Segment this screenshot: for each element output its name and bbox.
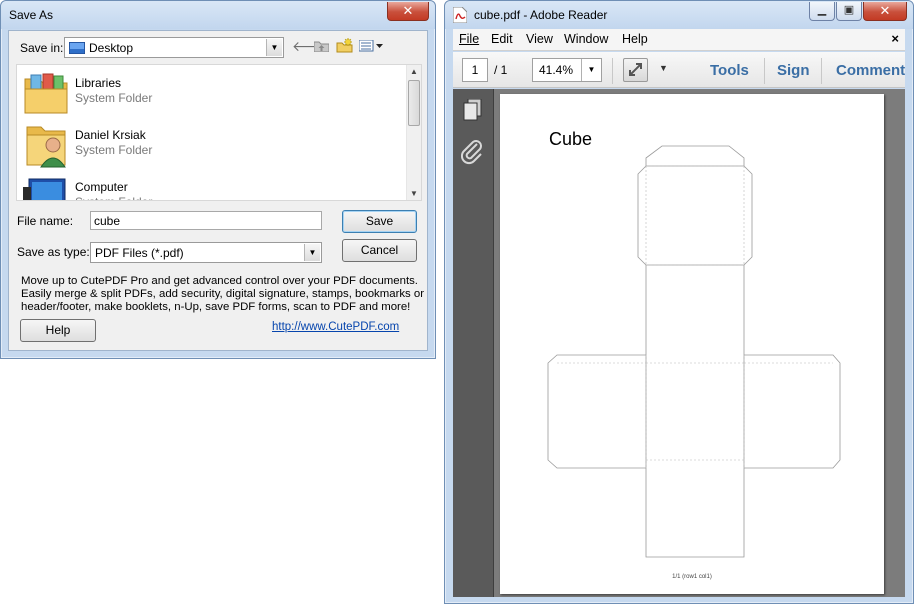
document-title: Cube [549,129,593,149]
toolbar-separator [764,58,765,84]
file-list-scrollbar[interactable]: ▲ ▼ [406,65,421,200]
close-icon: ✕ [402,3,414,18]
promo-line: Easily merge & split PDFs, add security,… [21,288,425,300]
window-title: Save As [9,8,54,22]
cube-net-drawing [547,145,841,558]
libraries-folder-icon [24,73,68,114]
page-thumbnails-icon[interactable] [463,99,483,121]
toolbar-separator [821,58,822,84]
toolbar-separator [612,58,613,84]
save-in-label: Save in: [20,41,64,55]
close-icon: ✕ [879,3,891,18]
desktop-icon [69,42,85,54]
menu-window[interactable]: Window [564,32,608,46]
save-in-dropdown[interactable]: Desktop ▼ [64,37,284,58]
save-as-type-dropdown[interactable]: PDF Files (*.pdf) ▼ [90,242,322,263]
zoom-value: 41.4% [539,63,574,77]
close-document-icon[interactable]: × [891,31,899,46]
save-as-dialog: Save As ✕ Save in: Desktop ▼ 🡐 Libraries… [0,0,436,359]
minimize-icon: ▁ [817,4,827,16]
page-footer: 1/1 (row1 col1) [672,574,712,580]
close-button[interactable]: ✕ [863,2,907,21]
tools-button[interactable]: Tools [710,62,749,79]
title-bar[interactable]: Save As ✕ [1,1,435,29]
toolbar-menu-icon[interactable]: ▼ [659,63,668,73]
menu-view[interactable]: View [526,32,553,46]
title-bar[interactable]: cube.pdf - Adobe Reader ▁ ▣ ✕ [445,1,913,29]
chevron-down-icon[interactable]: ▼ [304,244,320,261]
new-folder-icon[interactable] [336,38,353,53]
adobe-reader-window: cube.pdf - Adobe Reader ▁ ▣ ✕ File Edit … [444,0,914,604]
file-type: System Folder [75,195,152,200]
pdf-page: Cube 1/1 (row1 col1) [500,94,884,594]
dialog-body: Save in: Desktop ▼ 🡐 Libraries System Fo… [8,30,428,351]
document-viewport[interactable]: Cube 1/1 (row1 col1) [493,89,905,597]
chevron-down-icon[interactable]: ▼ [581,59,601,81]
maximize-button[interactable]: ▣ [836,2,862,21]
save-button[interactable]: Save [342,210,417,233]
view-menu-icon[interactable] [359,40,385,52]
computer-icon [23,178,66,200]
scrollbar-thumb[interactable] [408,80,420,126]
save-as-type-label: Save as type: [17,245,90,259]
file-name: Libraries [75,76,122,90]
user-folder-icon [26,126,66,168]
chevron-down-icon[interactable]: ▼ [266,39,282,56]
sign-button[interactable]: Sign [777,62,810,79]
save-in-value: Desktop [89,41,134,55]
file-name: Computer [75,180,128,194]
scroll-down-icon[interactable]: ▼ [407,189,421,198]
file-name-value: cube [94,214,121,228]
menu-bar: File Edit View Window Help × [453,29,905,51]
page-number-input[interactable]: 1 [462,58,488,82]
up-folder-icon[interactable] [314,40,329,52]
fit-page-button[interactable] [623,58,648,82]
list-item[interactable]: Daniel Krsiak System Folder [17,119,407,171]
pdf-file-icon [453,7,467,23]
save-as-type-value: PDF Files (*.pdf) [95,246,184,260]
file-name-input[interactable]: cube [90,211,322,230]
comment-button[interactable]: Comment [836,62,905,79]
maximize-icon: ▣ [843,4,855,16]
menu-edit[interactable]: Edit [491,32,513,46]
file-type: System Folder [75,143,153,157]
expand-icon [629,63,642,76]
file-type: System Folder [75,91,153,105]
file-list[interactable]: Libraries System Folder Daniel Krsiak Sy… [16,64,422,201]
attachments-icon[interactable] [461,139,485,165]
promo-line: Move up to CutePDF Pro and get advanced … [21,275,418,287]
zoom-dropdown[interactable]: 41.4% ▼ [532,58,602,82]
list-item[interactable]: Libraries System Folder [17,67,407,119]
file-name-label: File name: [17,214,74,228]
promo-text: Move up to CutePDF Pro and get advanced … [21,275,425,314]
cutepdf-link[interactable]: http://www.CutePDF.com [272,321,399,333]
menu-help[interactable]: Help [622,32,648,46]
navigation-pane [453,89,493,597]
promo-line: header/footer, make booklets, n-Up, save… [21,301,411,313]
cancel-button[interactable]: Cancel [342,239,417,262]
list-item[interactable]: Computer System Folder [17,171,407,200]
file-name: Daniel Krsiak [75,128,146,142]
menu-file[interactable]: File [459,32,479,46]
page-total: / 1 [494,63,508,77]
scroll-up-icon[interactable]: ▲ [407,67,421,76]
toolbar: 1 / 1 41.4% ▼ ▼ Tools Sign Comment [453,52,905,88]
minimize-button[interactable]: ▁ [809,2,835,21]
help-button[interactable]: Help [20,319,96,342]
window-title: cube.pdf - Adobe Reader [474,8,608,22]
close-button[interactable]: ✕ [387,2,429,21]
